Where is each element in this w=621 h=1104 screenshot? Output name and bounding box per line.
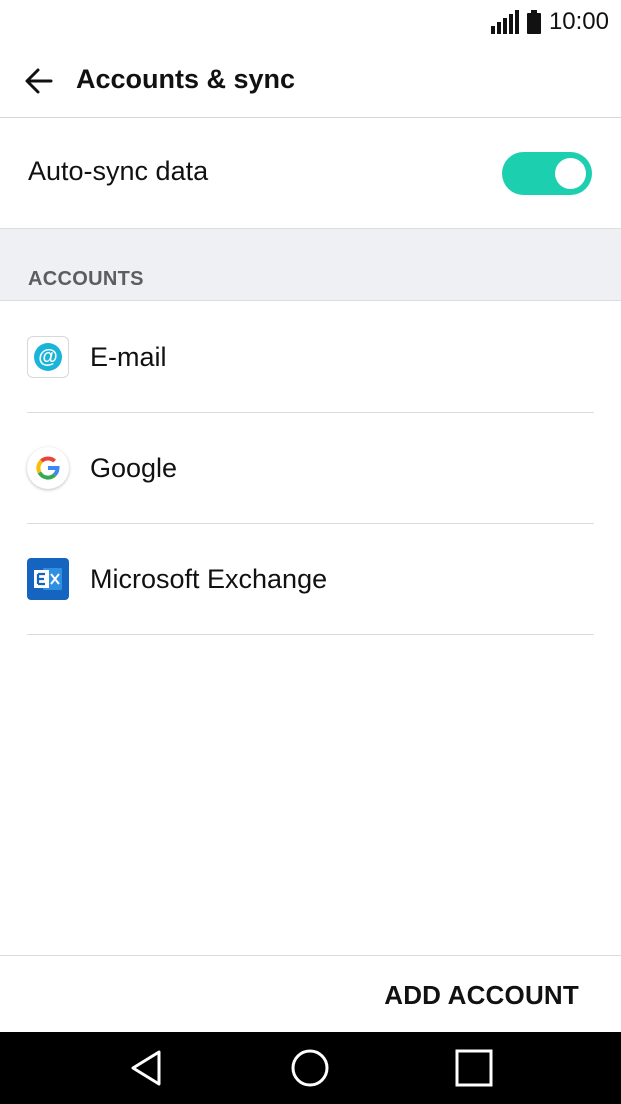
clock: 10:00 — [548, 8, 609, 35]
auto-sync-label: Auto-sync data — [28, 156, 209, 186]
toggle-knob — [555, 158, 586, 189]
bottom-action-bar: ADD ACCOUNT — [0, 955, 621, 1032]
section-title: ACCOUNTS — [28, 268, 144, 290]
nav-recents-button[interactable] — [452, 1046, 496, 1090]
app-bar: Accounts & sync — [0, 44, 621, 118]
nav-back-button[interactable] — [124, 1046, 168, 1090]
account-label: E-mail — [90, 342, 167, 372]
page-title: Accounts & sync — [76, 64, 296, 94]
auto-sync-row[interactable]: Auto-sync data — [0, 118, 621, 229]
auto-sync-toggle[interactable] — [502, 152, 592, 195]
square-recents-icon — [455, 1049, 493, 1087]
status-indicators: 10:00 — [490, 6, 609, 38]
system-nav-bar — [0, 1032, 621, 1104]
account-item-email[interactable]: @ E-mail — [0, 302, 621, 413]
battery-icon — [526, 10, 541, 34]
back-button[interactable] — [18, 60, 60, 102]
signal-icon — [490, 10, 519, 34]
circle-home-icon — [291, 1049, 329, 1087]
accounts-section-header: ACCOUNTS — [0, 229, 621, 301]
divider — [27, 634, 594, 635]
account-list: @ E-mail Google Microsoft Exchange — [0, 302, 621, 635]
account-item-microsoft-exchange[interactable]: Microsoft Exchange — [0, 524, 621, 635]
email-at-icon: @ — [27, 336, 69, 378]
exchange-icon — [27, 558, 69, 600]
account-item-google[interactable]: Google — [0, 413, 621, 524]
status-bar: 10:00 — [0, 0, 621, 44]
account-label: Google — [90, 453, 178, 483]
nav-home-button[interactable] — [288, 1046, 332, 1090]
add-account-button[interactable]: ADD ACCOUNT — [384, 980, 579, 1011]
google-g-icon — [27, 447, 69, 489]
triangle-back-icon — [131, 1050, 161, 1086]
arrow-back-icon — [25, 68, 53, 94]
account-label: Microsoft Exchange — [90, 564, 328, 594]
